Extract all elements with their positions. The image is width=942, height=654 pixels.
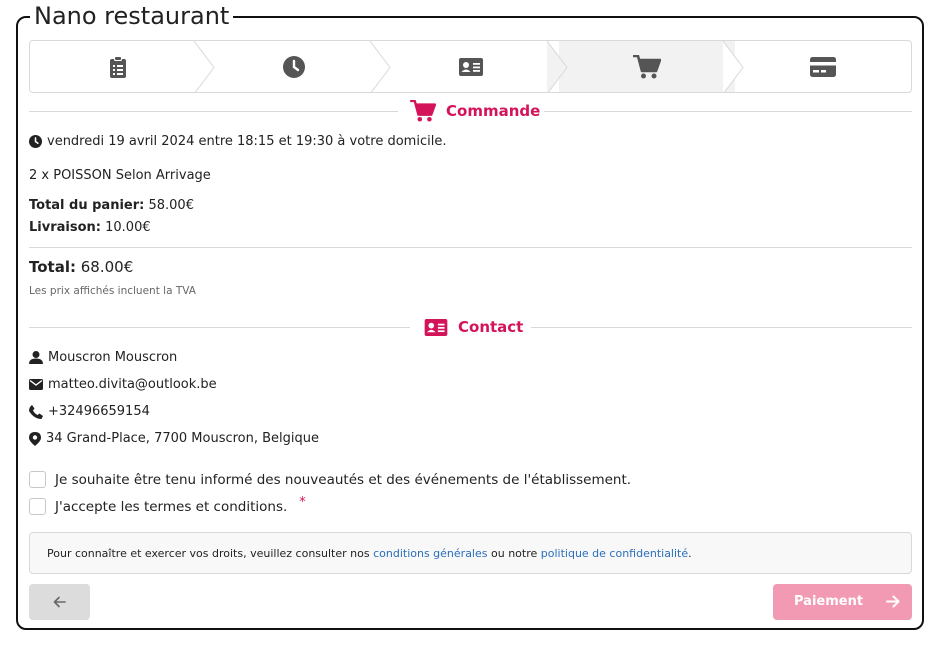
step-separator xyxy=(194,41,215,92)
cart-icon xyxy=(410,100,436,122)
stepper xyxy=(29,40,912,93)
step-cart[interactable] xyxy=(558,41,744,92)
contact-address: 34 Grand-Place, 7700 Mouscron, Belgique xyxy=(46,431,320,446)
order-item: 2 x POISSON Selon Arrivage xyxy=(29,168,211,183)
total-label: Total: xyxy=(29,258,76,276)
delivery-time: vendredi 19 avril 2024 entre 18:15 et 19… xyxy=(47,134,447,149)
subtotal-row: Total du panier: 58.00€ xyxy=(29,198,194,213)
vat-note: Les prix affichés incluent la TVA xyxy=(29,285,196,297)
step-contact[interactable] xyxy=(382,41,568,92)
terms-option: J'accepte les termes et conditions. * xyxy=(29,495,306,515)
newsletter-checkbox[interactable] xyxy=(29,471,46,488)
privacy-policy-link[interactable]: politique de confidentialité xyxy=(541,547,688,560)
step-order-details[interactable] xyxy=(30,41,215,92)
credit-card-icon xyxy=(809,56,836,77)
page-title: Nano restaurant xyxy=(30,2,234,30)
step-separator xyxy=(722,41,744,92)
terms-checkbox[interactable] xyxy=(29,498,46,515)
contact-name: Mouscron Mouscron xyxy=(48,350,178,365)
step-payment[interactable] xyxy=(735,41,911,92)
step-separator xyxy=(546,41,568,92)
payment-button-label: Paiement xyxy=(794,594,864,609)
envelope-icon xyxy=(29,379,43,390)
delivery-time-row: vendredi 19 avril 2024 entre 18:15 et 19… xyxy=(29,134,446,149)
contact-email: matteo.divita@outlook.be xyxy=(48,377,217,392)
newsletter-option: Je souhaite être tenu informé des nouvea… xyxy=(29,471,631,488)
rights-notice: Pour connaître et exercer vos droits, ve… xyxy=(29,532,912,574)
total-value: 68.00€ xyxy=(80,258,134,276)
required-mark: * xyxy=(299,495,306,510)
terms-label[interactable]: J'accepte les termes et conditions. xyxy=(55,499,287,515)
contact-name-row: Mouscron Mouscron xyxy=(29,350,177,365)
phone-icon xyxy=(29,404,43,419)
back-button[interactable] xyxy=(29,584,90,620)
user-icon xyxy=(29,351,43,364)
delivery-fee-value: 10.00€ xyxy=(105,220,151,235)
clock-icon xyxy=(283,55,306,78)
clipboard-icon xyxy=(110,55,127,78)
clock-icon xyxy=(29,135,42,148)
total-row: Total: 68.00€ xyxy=(29,258,133,276)
subtotal-label: Total du panier: xyxy=(29,198,145,213)
map-marker-icon xyxy=(29,431,41,446)
order-heading: Commande xyxy=(446,102,541,120)
notice-prefix: Pour connaître et exercer vos droits, ve… xyxy=(47,546,374,560)
contact-email-row: matteo.divita@outlook.be xyxy=(29,377,217,392)
contact-card-icon xyxy=(424,318,448,336)
cart-icon xyxy=(632,54,661,78)
notice-suffix: . xyxy=(688,546,692,560)
divider xyxy=(29,247,912,248)
subtotal-value: 58.00€ xyxy=(148,198,194,213)
contact-heading: Contact xyxy=(458,318,524,336)
arrow-left-icon xyxy=(53,596,66,608)
payment-button[interactable]: Paiement xyxy=(773,584,912,620)
step-separator xyxy=(370,41,392,92)
delivery-fee-row: Livraison: 10.00€ xyxy=(29,220,151,235)
step-time[interactable] xyxy=(206,41,392,92)
newsletter-label[interactable]: Je souhaite être tenu informé des nouvea… xyxy=(55,472,631,488)
contact-card-icon xyxy=(458,57,483,76)
contact-section-header: Contact xyxy=(29,315,912,339)
delivery-fee-label: Livraison: xyxy=(29,220,101,235)
contact-phone-row: +32496659154 xyxy=(29,404,150,419)
notice-middle: ou notre xyxy=(487,546,541,560)
contact-address-row: 34 Grand-Place, 7700 Mouscron, Belgique xyxy=(29,431,319,446)
terms-link[interactable]: conditions générales xyxy=(373,547,487,560)
order-section-header: Commande xyxy=(29,99,912,123)
contact-phone: +32496659154 xyxy=(48,404,150,419)
arrow-right-icon xyxy=(886,595,900,608)
